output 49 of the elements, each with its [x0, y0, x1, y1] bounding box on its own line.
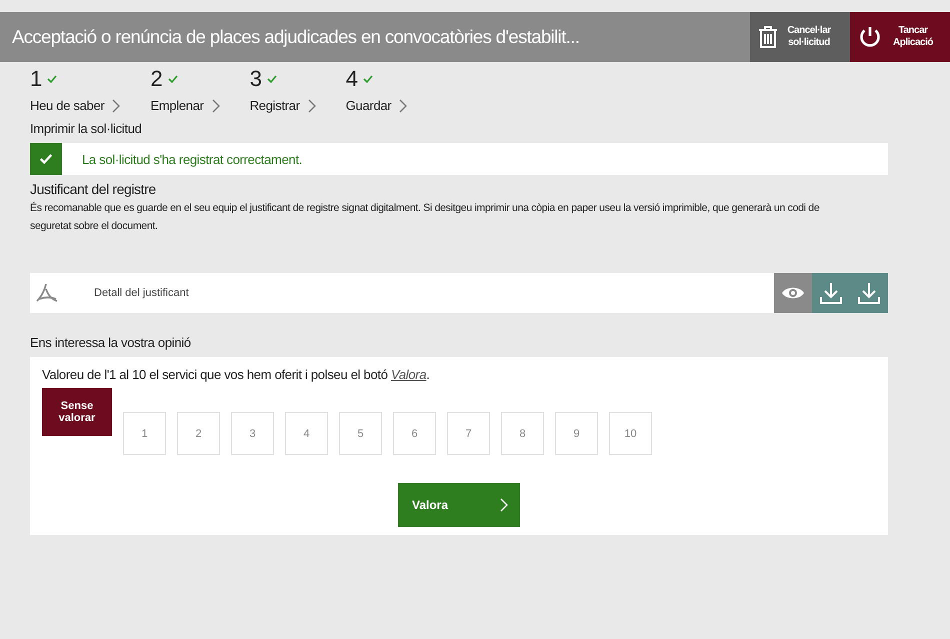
alert-text: La sol·licitud s'ha registrat correctament. — [82, 152, 302, 166]
rating-option[interactable]: 5 — [339, 412, 382, 455]
step-label[interactable]: Registrar — [250, 98, 300, 113]
rating-option[interactable]: 6 — [393, 412, 436, 455]
rating-option[interactable]: 1 — [123, 412, 166, 455]
download-icon — [857, 281, 881, 305]
section-title: Imprimir la sol·licitud — [30, 121, 143, 136]
step-number: 2 — [150, 66, 163, 92]
rating-option[interactable]: 8 — [501, 412, 544, 455]
check-icon — [166, 73, 179, 85]
step-label[interactable]: Heu de saber — [30, 98, 104, 113]
pdf-icon — [36, 283, 58, 303]
receipt-title: Justificant del registre — [30, 181, 157, 197]
chevron-icon — [399, 98, 408, 112]
step-label[interactable]: Guardar — [346, 98, 392, 113]
check-icon — [46, 73, 58, 85]
cancel-button[interactable]: Cancel·lar sol·licitud — [750, 12, 850, 62]
chevron-icon — [112, 98, 120, 112]
trash-icon — [758, 25, 778, 49]
step-number: 1 — [30, 66, 42, 92]
chevron-icon — [308, 98, 316, 112]
receipt-description: És recomanable que es guarde en el seu equip el justificant de registre signat digitalment. Si desitgeu imprimir una còpia en paper useu la versió imprimible, que generarà un codi de seguretat sobre el document. — [30, 200, 820, 234]
download-icon — [819, 281, 843, 305]
step-number: 3 — [250, 66, 262, 92]
chevron-icon — [212, 98, 220, 112]
file-name: Detall del justificant — [94, 287, 190, 299]
view-button[interactable] — [774, 273, 812, 313]
rating-option[interactable]: 7 — [447, 412, 490, 455]
feedback-title: Ens interessa la vostra opinió — [30, 335, 192, 350]
submit-button[interactable]: Valora — [398, 483, 520, 527]
step-number: 4 — [346, 66, 358, 92]
power-icon — [858, 25, 882, 49]
close-app-button[interactable]: Tancar Aplicació — [850, 12, 950, 62]
rating-option[interactable]: 10 — [609, 412, 652, 455]
rating-option[interactable]: 9 — [555, 412, 598, 455]
chevron-icon — [500, 497, 508, 513]
download-button[interactable] — [850, 273, 888, 313]
rating-option[interactable]: 3 — [231, 412, 274, 455]
rating-prompt: Valoreu de l'1 al 10 el servici que vos hem oferit i polseu el botó Valora. — [42, 367, 431, 382]
rating-option[interactable]: 4 — [285, 412, 328, 455]
eye-icon — [781, 285, 805, 301]
step-label[interactable]: Emplenar — [150, 98, 204, 113]
check-icon — [266, 73, 278, 85]
valora-link[interactable]: Valora — [390, 367, 426, 382]
download-button[interactable] — [812, 273, 850, 313]
rating-option[interactable]: Sense valorar — [42, 388, 112, 436]
window-title: Acceptació o renúncia de places adjudicades en convocatòries d'estabilit... — [11, 25, 580, 49]
check-icon — [362, 73, 374, 85]
rating-option[interactable]: 2 — [177, 412, 220, 455]
